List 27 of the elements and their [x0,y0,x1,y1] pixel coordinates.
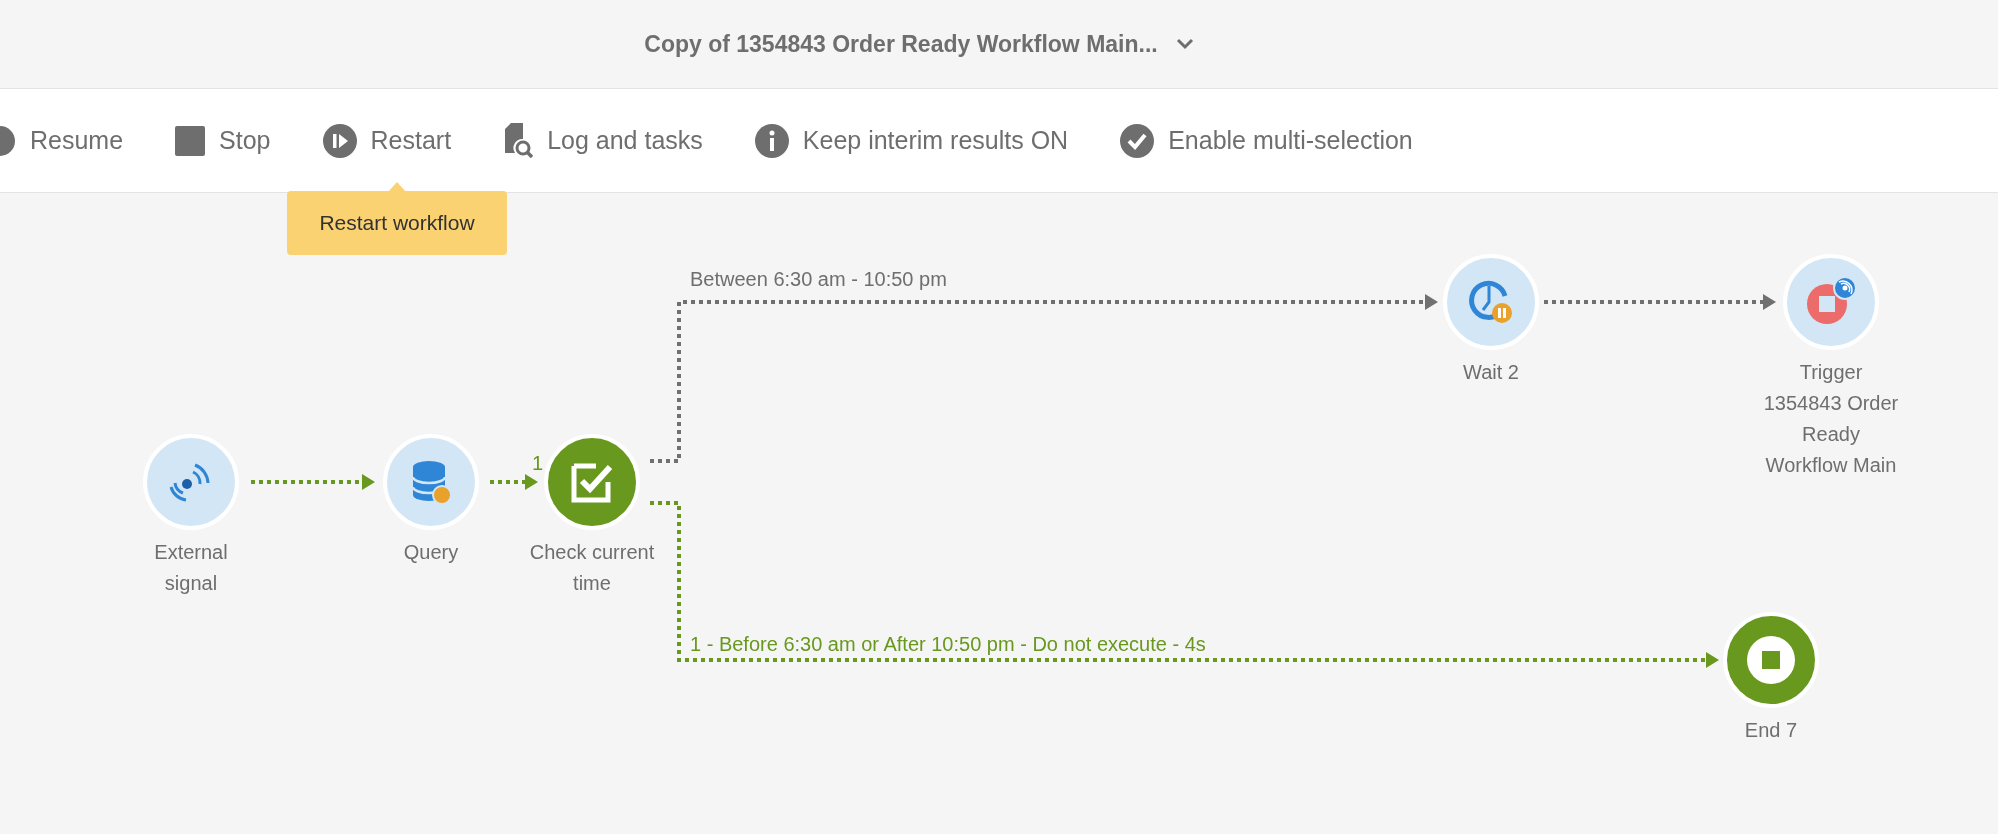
document-search-icon [503,122,534,159]
toolbar-button[interactable]: Stop [175,121,271,160]
toolbar-button[interactable]: Restart [322,121,452,160]
transition-label: 1 - Before 6:30 am or After 10:50 pm - Do not execute - 4s [690,634,1206,654]
info-icon [754,123,789,158]
toolbar-button[interactable]: Log and tasks [503,121,703,160]
transition-label: Between 6:30 am - 10:50 pm [690,269,947,289]
resume-icon [0,124,16,157]
toolbar-button[interactable]: Keep interim results ON [754,121,1069,160]
checkmark-icon [1120,123,1155,158]
node-label: End 7 [1743,718,1799,743]
chevron-down-icon[interactable] [1175,38,1194,50]
node-label: Query [402,540,460,565]
stop-icon [175,125,206,156]
node-label: External signal [153,540,229,596]
tooltip: Restart workflow [287,191,507,255]
toolbar-button[interactable]: Enable multi-selection [1120,121,1413,160]
restart-icon [322,123,357,158]
workflow-title: Copy of 1354843 Order Ready Workflow Main... [644,29,1158,59]
node-label: Check current time [528,540,656,596]
node-label: Trigger 1354843 Order Ready Workflow Main [1762,360,1900,478]
node-label: Wait 2 [1462,360,1520,385]
tooltip-pointer [388,182,406,192]
transition-label: 1 [532,453,544,473]
clock-icon [1467,278,1515,326]
stop-icon [1747,636,1795,684]
toolbar-button[interactable]: Resume [0,121,124,160]
